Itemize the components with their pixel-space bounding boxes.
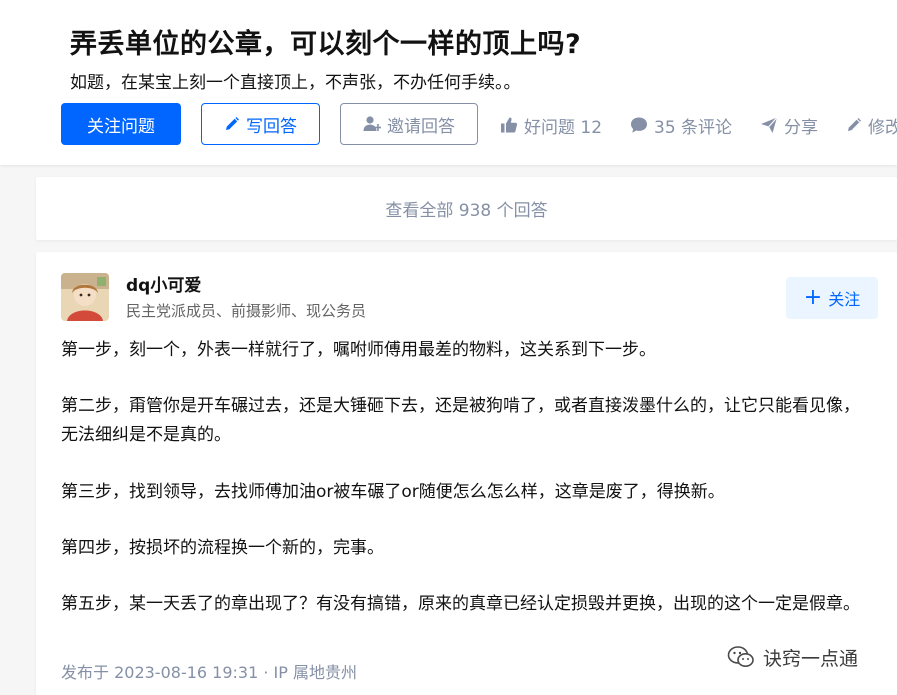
answer-paragraph: 第二步，甭管你是开车碾过去，还是大锤砸下去，还是被狗啃了，或者直接泼墨什么的，让… [61, 396, 860, 445]
view-all-answers-label: 查看全部 938 个回答 [385, 201, 548, 221]
pencil-icon [224, 116, 240, 132]
publish-info[interactable]: 发布于 2023-08-16 19:31 · IP 属地贵州 [61, 659, 357, 683]
question-title: 弄丢单位的公章，可以刻个一样的顶上吗? [70, 29, 582, 60]
view-all-answers-button[interactable]: 查看全部 938 个回答 [36, 177, 897, 240]
question-detail: 如题，在某宝上刻一个直接顶上，不声张，不办任何手续。。 [70, 73, 521, 93]
share-button[interactable]: 分享 [760, 112, 818, 138]
answer-card: dq小可爱 民主党派成员、前摄影师、现公务员 + 关注 第一步，刻一个，外表一样… [36, 252, 897, 695]
avatar[interactable] [61, 273, 109, 321]
share-label: 分享 [784, 117, 818, 138]
follow-author-button[interactable]: + 关注 [786, 277, 878, 319]
good-question-button[interactable]: 好问题 12 [500, 112, 602, 138]
wechat-icon [727, 645, 755, 669]
edit-label: 修改 [868, 117, 897, 138]
follow-question-button[interactable]: 关注问题 [61, 103, 181, 145]
answer-paragraph: 第三步，找到领导，去找师傅加油or被车碾了or随便怎么怎么样，这章是废了，得换新… [61, 482, 725, 502]
comments-button[interactable]: 35 条评论 [630, 112, 732, 138]
author-name[interactable]: dq小可爱 [126, 271, 201, 296]
follow-question-label: 关注问题 [87, 116, 155, 137]
thumbs-up-icon [500, 116, 518, 134]
watermark-text: 诀窍一点通 [763, 647, 859, 670]
edit-button[interactable]: 修改 [846, 112, 897, 138]
invite-answer-label: 邀请回答 [387, 116, 455, 137]
good-question-label: 好问题 12 [524, 117, 603, 138]
write-answer-label: 写回答 [246, 116, 297, 137]
add-user-icon [363, 115, 381, 133]
comments-label: 35 条评论 [654, 117, 733, 138]
wechat-watermark: 诀窍一点通 [727, 643, 858, 671]
write-answer-button[interactable]: 写回答 [201, 103, 320, 145]
comment-bubble-icon [630, 116, 648, 134]
answer-paragraph: 第四步，按损坏的流程换一个新的，完事。 [61, 538, 384, 558]
question-header: 弄丢单位的公章，可以刻个一样的顶上吗? 如题，在某宝上刻一个直接顶上，不声张，不… [0, 0, 897, 165]
plus-icon: + [803, 285, 823, 310]
author-bio: 民主党派成员、前摄影师、现公务员 [126, 302, 367, 320]
pencil-icon [846, 117, 862, 133]
paper-plane-icon [760, 116, 778, 134]
answer-paragraph: 第一步，刻一个，外表一样就行了，嘱咐师傅用最差的物料，这关系到下一步。 [61, 340, 656, 360]
follow-author-label: 关注 [828, 290, 861, 309]
invite-answer-button[interactable]: 邀请回答 [340, 103, 478, 145]
answer-paragraph: 第五步，某一天丢了的章出现了？有没有搞错，原来的真章已经认定损毁并更换，出现的这… [61, 594, 860, 614]
